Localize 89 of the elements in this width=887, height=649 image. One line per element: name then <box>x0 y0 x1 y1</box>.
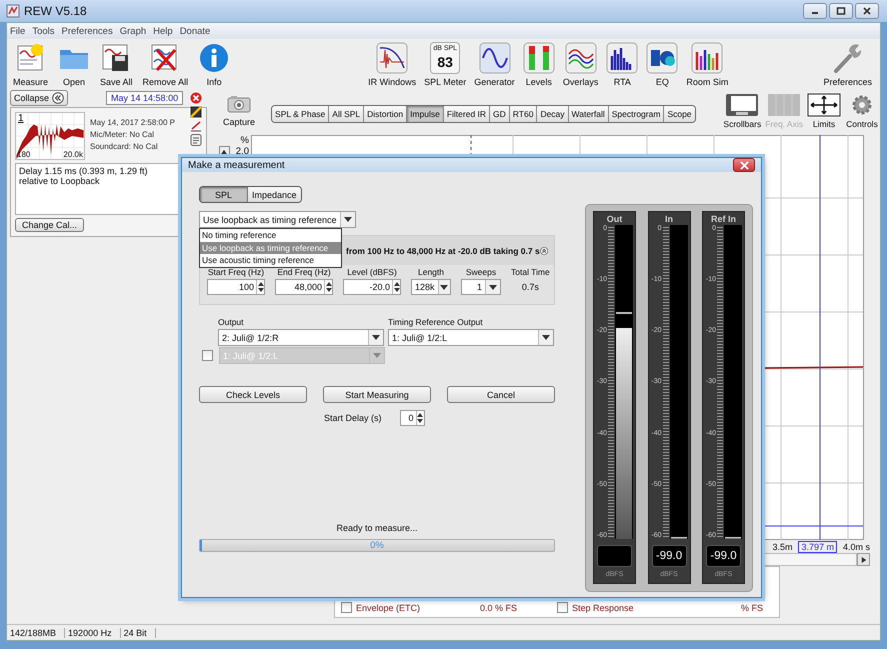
axis-label: 20.0k <box>63 150 83 159</box>
graph-tab[interactable]: Waterfall <box>568 106 609 122</box>
graph-tool-button[interactable]: Limits <box>806 93 842 129</box>
toolbar-button[interactable]: Save All <box>98 42 135 87</box>
dropdown-option[interactable]: No timing reference <box>200 229 341 242</box>
toolbar-button[interactable]: IR Windows <box>366 42 418 87</box>
graph-tab[interactable]: RT60 <box>510 106 538 122</box>
menu-item[interactable]: Graph <box>120 26 146 36</box>
measurement-detail: Mic/Meter: No Cal <box>90 130 156 140</box>
menu-item[interactable]: Help <box>153 26 173 36</box>
toolbar-button[interactable]: Generator <box>472 42 517 87</box>
graph-tab[interactable]: Spectrogram <box>608 106 664 122</box>
timing-reference-select[interactable]: Use loopback as timing reference <box>199 211 356 228</box>
dialog-button[interactable]: Check Levels <box>199 386 307 403</box>
graph-tool-button[interactable]: Controls <box>844 93 880 129</box>
legend-label: Step Response <box>572 602 634 612</box>
meter-title: In <box>665 214 673 225</box>
thumbnail-index: 1 <box>18 113 24 124</box>
y-axis-unit: % <box>240 135 249 146</box>
window-title: REW V5.18 <box>24 4 88 18</box>
total-time-value: 0.7s <box>522 281 539 294</box>
toolbar-button[interactable]: Overlays <box>560 42 600 87</box>
x-axis-label: 4.0m s <box>842 542 870 552</box>
spinner-field[interactable]: -20.0 <box>343 279 401 295</box>
sweep-summary: from 100 Hz to 48,000 Hz at -20.0 dB taking 0.7 s <box>346 246 540 256</box>
x-axis-label: 3.5m <box>772 542 792 552</box>
legend-label: Envelope (ETC) <box>356 602 420 612</box>
legend-value: % FS <box>740 602 763 612</box>
graph-tab[interactable]: GD <box>490 106 510 122</box>
mode-tab[interactable]: SPL <box>200 187 248 202</box>
mode-tab[interactable]: Impedance <box>248 187 301 202</box>
meter-title: Ref In <box>710 214 736 225</box>
measurement-detail: Soundcard: No Cal <box>90 142 159 152</box>
menu-item[interactable]: Preferences <box>62 26 113 36</box>
field-label: End Freq (Hz) <box>277 267 331 277</box>
toolbar-button[interactable]: Measure <box>11 42 50 87</box>
timestamp-field[interactable]: May 14 14:58:00 <box>106 91 184 105</box>
graph-tab[interactable]: Decay <box>537 106 569 122</box>
field-label: Timing Reference Output <box>388 317 484 327</box>
select-field[interactable]: 1 <box>461 279 501 295</box>
meter-readout: -99.0 <box>652 545 686 567</box>
toolbar-button[interactable]: RTA <box>604 42 640 87</box>
field-label: Start Freq (Hz) <box>208 267 264 277</box>
menu-item[interactable]: Donate <box>180 26 210 36</box>
dialog-button[interactable]: Start Measuring <box>323 386 431 403</box>
graph-tab[interactable]: SPL & Phase <box>272 106 330 122</box>
toolbar-button[interactable]: Open <box>56 42 92 87</box>
toolbar-button[interactable]: Remove All <box>140 42 190 87</box>
toolbar-button[interactable]: EQ <box>644 42 680 87</box>
menu-item[interactable]: File <box>10 26 26 36</box>
cursor-readout: 3.797 m <box>798 540 837 552</box>
field-label: Length <box>418 267 444 277</box>
progress-text: 0% <box>369 540 385 551</box>
field-label: Level (dBFS) <box>347 267 397 277</box>
graph-tool-button[interactable]: Scrollbars <box>722 93 762 129</box>
select-field[interactable]: 128k <box>411 279 451 295</box>
legend-value: 0.0 % FS <box>480 602 517 612</box>
y-axis-label: 2.0 <box>236 146 249 157</box>
preferences-button[interactable]: Preferences <box>821 42 874 87</box>
status-message: Ready to measure... <box>335 523 419 533</box>
graph-tab[interactable]: Distortion <box>364 106 408 122</box>
capture-button[interactable]: Capture <box>213 87 256 127</box>
dropdown-option[interactable]: Use acoustic timing reference <box>200 254 341 266</box>
spinner-field[interactable]: 0 <box>400 410 425 426</box>
graph-tab[interactable]: Impulse <box>407 106 444 122</box>
toolbar-button[interactable]: Info <box>196 42 232 87</box>
field-label: Output <box>218 317 245 327</box>
menu-item[interactable]: Tools <box>32 26 54 36</box>
timing-output-select[interactable]: 1: Juli@ 1/2:L <box>388 329 554 346</box>
collapse-button[interactable]: Collapse <box>10 90 68 106</box>
status-item: 142/188MB <box>7 628 66 638</box>
meter-title: Out <box>606 214 622 225</box>
graph-tab[interactable]: Scope <box>664 106 695 122</box>
field-label: Total Time <box>511 267 550 277</box>
status-item: 24 Bit <box>120 628 156 638</box>
status-item: 192000 Hz <box>65 628 121 638</box>
spinner-field[interactable]: 48,000 <box>275 279 333 295</box>
spinner-field[interactable]: 100 <box>207 279 265 295</box>
graph-tab[interactable]: All SPL <box>329 106 364 122</box>
change-cal-button[interactable]: Change Cal... <box>15 218 84 232</box>
meter-readout: -99.0 <box>706 545 741 567</box>
output-select[interactable]: 2: Juli@ 1/2:R <box>218 329 384 346</box>
toolbar-button[interactable]: Levels <box>520 42 557 87</box>
dialog-button[interactable]: Cancel <box>447 386 555 403</box>
measurement-detail: May 14, 2017 2:58:00 P <box>90 118 176 128</box>
toolbar-button[interactable]: Room Sim <box>684 42 730 87</box>
field-label: Start Delay (s) <box>324 413 382 423</box>
graph-tab[interactable]: Filtered IR <box>444 106 490 122</box>
field-label: Sweeps <box>466 267 496 277</box>
